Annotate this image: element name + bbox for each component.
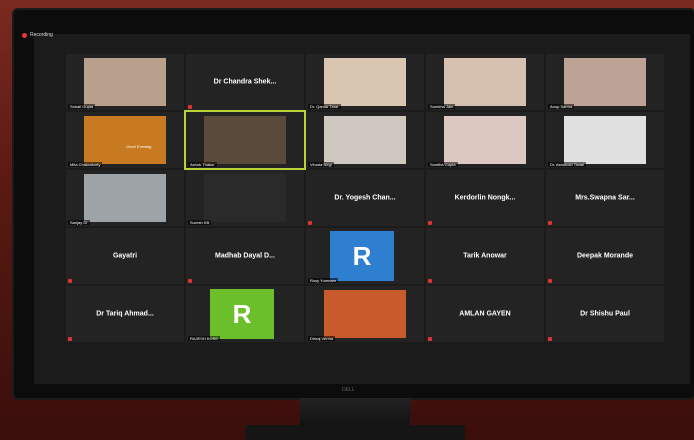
participant-video <box>204 174 286 222</box>
participant-tile-ashok[interactable]: Ashok Thakur <box>184 110 306 170</box>
participant-label: Dhiraj Verma <box>308 336 336 341</box>
participant-video <box>324 116 406 164</box>
participant-label: Dr. Qamar Tarar <box>308 104 341 109</box>
participant-tile-mita[interactable]: Good Evening Mita Chakraborty <box>66 112 184 168</box>
participant-video <box>84 58 166 106</box>
participant-tile-dhiraj[interactable]: Dhiraj Verma <box>306 286 424 342</box>
participant-label: Suresh KB <box>188 220 212 225</box>
participant-name: Dr Tariq Ahmad... <box>96 310 154 318</box>
participant-label: Rosy Yumnam <box>308 278 338 283</box>
participant-tile-sanjay[interactable]: Sanjay Dr <box>66 170 184 226</box>
recording-label: Recording <box>30 32 53 38</box>
muted-mic-icon <box>428 221 432 225</box>
participant-tile-chandra[interactable]: Dr Chandra Shek... <box>186 54 304 110</box>
participant-tile-amlan[interactable]: AMLAN GAYEN <box>426 286 544 342</box>
participant-tile-gayatri[interactable]: Gayatri <box>66 228 184 284</box>
monitor-stand-base <box>245 425 465 440</box>
participant-label: Surekha Jain <box>428 104 456 109</box>
muted-mic-icon <box>428 337 432 341</box>
video-caption: Good Evening <box>126 144 152 149</box>
participant-video <box>444 58 526 106</box>
recording-indicator: Recording <box>22 32 53 38</box>
participant-label: Sanjay Dr <box>68 220 90 225</box>
muted-mic-icon <box>548 279 552 283</box>
record-dot-icon <box>22 32 27 38</box>
participant-tile-kerdorlin[interactable]: Kerdorlin Nongk... <box>426 170 544 226</box>
participant-name: Mrs.Swapna Sar... <box>575 194 635 202</box>
participant-tile-tariq[interactable]: Dr Tariq Ahmad... <box>66 286 184 342</box>
participant-tile-suresh[interactable]: Suresh KB <box>186 170 304 226</box>
participant-name: AMLAN GAYEN <box>459 310 511 318</box>
participant-tile-surekha[interactable]: Surekha Jain <box>426 54 544 110</box>
participant-grid: Sohail Gupta Dr Chandra Shek... Dr. Qamar … <box>66 54 676 348</box>
participant-video <box>324 290 406 338</box>
muted-mic-icon <box>68 337 72 341</box>
participant-tile-tarik[interactable]: Tarik Anowar <box>426 228 544 284</box>
muted-mic-icon <box>188 279 192 283</box>
participant-label: Anup Sarma <box>548 104 575 109</box>
participant-name: Gayatri <box>112 252 138 260</box>
participant-tile-anup[interactable]: Anup Sarma <box>546 54 664 110</box>
participant-video <box>444 116 526 164</box>
participant-avatar: R <box>210 289 274 339</box>
participant-name: Tarik Anowar <box>463 252 507 260</box>
participant-label: Sohail Gupta <box>68 104 96 109</box>
participant-tile-qamar[interactable]: Dr. Qamar Tarar <box>306 54 424 110</box>
muted-mic-icon <box>68 279 72 283</box>
participant-name: Kerdorlin Nongk... <box>454 194 516 202</box>
muted-mic-icon <box>308 221 312 225</box>
participant-tile-sunitha[interactable]: Sunitha Gupta <box>426 112 544 168</box>
participant-label: Dr. Ashutosh Tiwari <box>548 162 587 167</box>
muted-mic-icon <box>548 221 552 225</box>
participant-label: Sunitha Gupta <box>428 162 458 167</box>
participant-video <box>84 116 166 164</box>
participant-name: Dr. Yogesh Chan... <box>334 194 396 202</box>
participant-tile-sohail[interactable]: Sohail Gupta <box>66 54 184 110</box>
monitor-stand <box>300 398 410 428</box>
participant-name: Dr Chandra Shek... <box>213 78 277 86</box>
participant-label: Vinoda Negi <box>308 162 334 167</box>
participant-name: Madhab Dayal D... <box>215 252 275 260</box>
participant-tile-ashutosh[interactable]: Dr. Ashutosh Tiwari <box>546 112 664 168</box>
participant-tile-swapna[interactable]: Mrs.Swapna Sar... <box>546 170 664 226</box>
participant-tile-yogesh[interactable]: Dr. Yogesh Chan... <box>306 170 424 226</box>
muted-mic-icon <box>548 337 552 341</box>
participant-video <box>564 58 646 106</box>
participant-tile-deepak[interactable]: Deepak Morande <box>546 228 664 284</box>
participant-name: Deepak Morande <box>576 252 634 260</box>
participant-tile-rajesh[interactable]: R RAJESH KOSE <box>186 286 304 342</box>
monitor-logo: DELL <box>342 387 355 393</box>
participant-tile-vinod[interactable]: Vinoda Negi <box>306 112 424 168</box>
participant-avatar: R <box>330 231 394 281</box>
participant-tile-madhab[interactable]: Madhab Dayal D... <box>186 228 304 284</box>
participant-tile-shishu[interactable]: Dr Shishu Paul <box>546 286 664 342</box>
participant-video <box>84 174 166 222</box>
participant-label: Mita Chakraborty <box>68 162 103 167</box>
participant-video <box>564 116 646 164</box>
participant-name: Dr Shishu Paul <box>580 310 630 318</box>
participant-video <box>204 116 286 164</box>
participant-video <box>324 58 406 106</box>
participant-tile-rosy[interactable]: R Rosy Yumnam <box>306 228 424 284</box>
participant-label: Ashok Thakur <box>188 162 217 167</box>
muted-mic-icon <box>188 105 192 109</box>
muted-mic-icon <box>428 279 432 283</box>
participant-label: RAJESH KOSE <box>188 336 221 341</box>
